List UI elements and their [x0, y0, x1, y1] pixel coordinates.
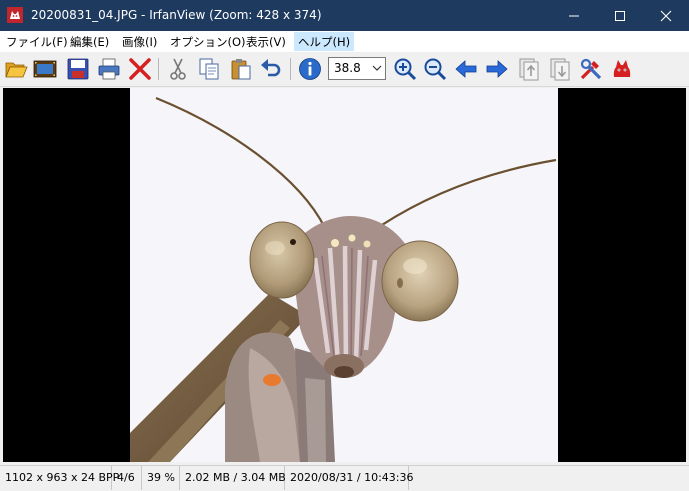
- previous-file-button[interactable]: [454, 57, 478, 81]
- print-icon: [98, 58, 120, 80]
- status-dimensions: 1102 x 963 x 24 BPP: [5, 471, 120, 484]
- maximize-button[interactable]: [597, 0, 643, 31]
- status-index: 4/6: [117, 471, 135, 484]
- paste-button[interactable]: [229, 57, 253, 81]
- open-folder-icon: [5, 62, 28, 78]
- about-icon: [613, 60, 631, 77]
- menu-file[interactable]: ファイル(F): [6, 34, 68, 50]
- status-index-cell: 4/6: [112, 466, 142, 490]
- close-icon: [660, 10, 672, 22]
- save-button[interactable]: [66, 57, 90, 81]
- toolbar-separator: [290, 58, 291, 80]
- copy-button[interactable]: [197, 57, 221, 81]
- paste-icon: [231, 59, 251, 80]
- minimize-button[interactable]: [551, 0, 597, 31]
- previous-icon: [455, 60, 477, 78]
- next-file-button[interactable]: [485, 57, 509, 81]
- zoom-out-button[interactable]: [423, 57, 447, 81]
- info-icon: [299, 58, 321, 80]
- copy-icon: [199, 58, 219, 80]
- status-dimensions-cell: 1102 x 963 x 24 BPP: [0, 466, 119, 490]
- status-datetime: 2020/08/31 / 10:43:36: [290, 471, 414, 484]
- slideshow-icon: [33, 60, 57, 78]
- cut-button[interactable]: [166, 57, 190, 81]
- status-size-cell: 2.02 MB / 3.04 MB: [180, 466, 286, 490]
- chevron-down-icon: [372, 65, 382, 71]
- maximize-icon: [615, 11, 625, 21]
- toolbar-separator: [158, 58, 159, 80]
- status-zoom: 39 %: [147, 471, 175, 484]
- zoom-select[interactable]: 38.8: [328, 57, 386, 80]
- zoom-in-button[interactable]: [393, 57, 417, 81]
- first-page-button[interactable]: [517, 57, 541, 81]
- print-button[interactable]: [97, 57, 121, 81]
- cut-icon: [170, 58, 186, 80]
- properties-icon: [580, 58, 602, 80]
- photo-image: [130, 88, 558, 462]
- delete-icon: [129, 58, 151, 80]
- irfanview-cat-icon: [7, 7, 23, 23]
- properties-button[interactable]: [579, 57, 603, 81]
- menu-view[interactable]: 表示(V): [246, 34, 286, 50]
- last-page-button[interactable]: [548, 57, 572, 81]
- menu-options[interactable]: オプション(O): [170, 34, 246, 50]
- title-bar[interactable]: 20200831_04.JPG - IrfanView (Zoom: 428 x…: [0, 0, 689, 31]
- last-page-icon: [550, 58, 570, 81]
- mantis-photo: [130, 88, 558, 462]
- toolbar: 38.8: [0, 52, 689, 87]
- status-bar: 1102 x 963 x 24 BPP 4/6 39 % 2.02 MB / 3…: [0, 465, 689, 491]
- save-icon: [67, 58, 89, 80]
- zoom-value: 38.8: [334, 61, 361, 75]
- status-size: 2.02 MB / 3.04 MB: [185, 471, 286, 484]
- first-page-icon: [519, 58, 539, 81]
- zoom-out-icon: [424, 58, 447, 81]
- zoom-in-icon: [394, 58, 417, 81]
- undo-icon: [261, 59, 281, 77]
- menu-bar: ファイル(F) 編集(E) 画像(I) オプション(O) 表示(V) ヘルプ(H…: [0, 31, 689, 52]
- open-button[interactable]: [4, 57, 28, 81]
- undo-button[interactable]: [259, 57, 283, 81]
- about-button[interactable]: [610, 57, 634, 81]
- minimize-icon: [569, 15, 579, 17]
- status-zoom-cell: 39 %: [142, 466, 180, 490]
- menu-image[interactable]: 画像(I): [122, 34, 157, 50]
- delete-button[interactable]: [128, 57, 152, 81]
- menu-edit[interactable]: 編集(E): [70, 34, 109, 50]
- window-title: 20200831_04.JPG - IrfanView (Zoom: 428 x…: [31, 8, 322, 22]
- status-datetime-cell: 2020/08/31 / 10:43:36: [285, 466, 414, 490]
- info-button[interactable]: [298, 57, 322, 81]
- close-button[interactable]: [643, 0, 689, 31]
- next-icon: [486, 60, 508, 78]
- image-viewport[interactable]: [3, 88, 686, 462]
- menu-help[interactable]: ヘルプ(H): [294, 32, 355, 51]
- slideshow-button[interactable]: [33, 57, 57, 81]
